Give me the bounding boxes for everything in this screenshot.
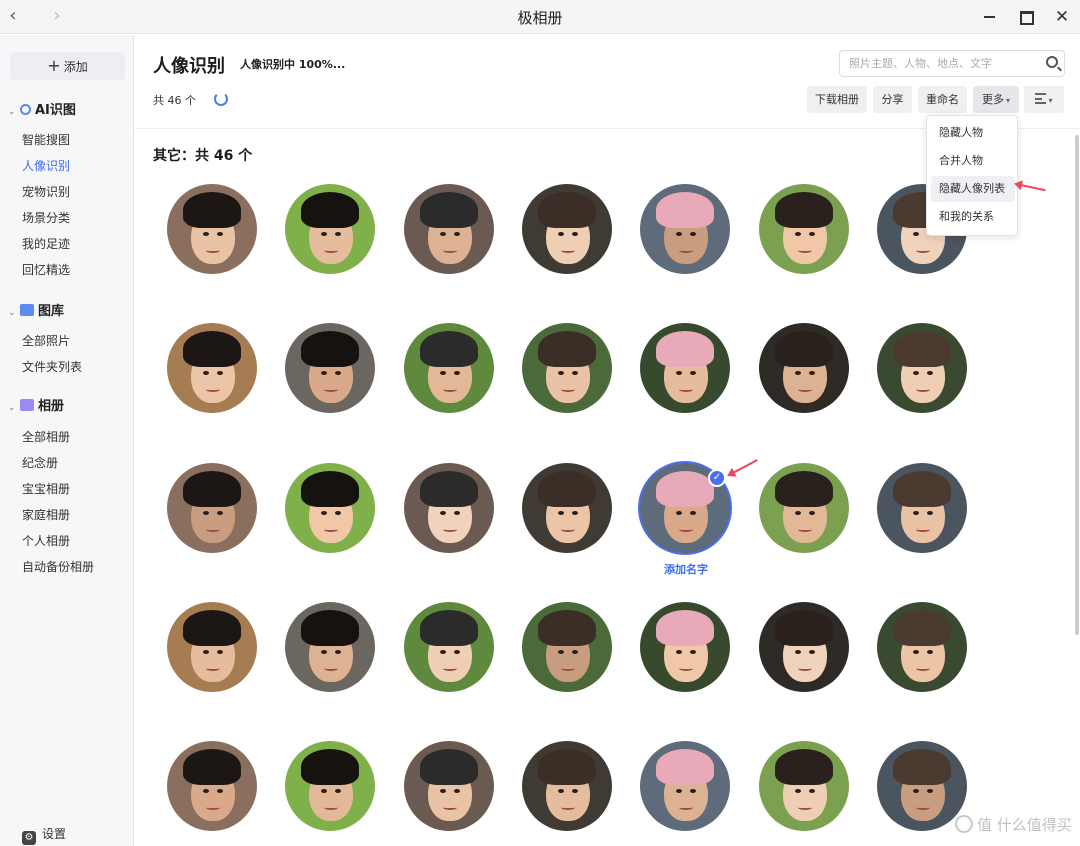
face-avatar[interactable] — [522, 741, 612, 831]
gallery-icon — [20, 304, 34, 316]
watermark: 值 什么值得买 — [955, 814, 1072, 835]
face-avatar[interactable] — [759, 184, 849, 274]
face-avatar[interactable] — [759, 602, 849, 692]
face-avatar[interactable] — [404, 184, 494, 274]
more-dropdown-menu: 隐藏人物 合并人物 隐藏人像列表 和我的关系 — [926, 115, 1018, 236]
face-avatar[interactable] — [167, 323, 257, 413]
menu-item-hide-person[interactable]: 隐藏人物 — [931, 120, 1015, 146]
window-title: 极相册 — [517, 9, 563, 27]
face-avatar[interactable] — [759, 323, 849, 413]
sidebar-item-smart-search[interactable]: 智能搜图 — [22, 131, 70, 149]
page-title: 人像识别 — [153, 56, 225, 77]
album-icon — [20, 399, 34, 411]
face-avatar[interactable] — [404, 741, 494, 831]
face-avatar[interactable] — [522, 323, 612, 413]
sidebar-item-footprints[interactable]: 我的足迹 — [22, 235, 70, 253]
plus-icon: + — [47, 56, 61, 75]
face-avatar[interactable] — [404, 602, 494, 692]
sidebar-item-scene-classification[interactable]: 场景分类 — [22, 209, 70, 227]
sidebar-section-ai[interactable]: ⌄ AI识图 — [8, 101, 76, 121]
face-avatar[interactable] — [640, 602, 730, 692]
sidebar-item-family-album[interactable]: 家庭相册 — [22, 506, 70, 524]
maximize-icon[interactable] — [1014, 6, 1038, 28]
sidebar-item-folder-list[interactable]: 文件夹列表 — [22, 358, 82, 376]
sidebar-item-memorial-album[interactable]: 纪念册 — [22, 454, 58, 472]
sort-button[interactable]: ▾ — [1024, 86, 1064, 113]
menu-item-merge-person[interactable]: 合并人物 — [931, 148, 1015, 174]
face-avatar[interactable] — [759, 463, 849, 553]
loading-spinner-icon — [214, 92, 228, 106]
sidebar-item-all-photos[interactable]: 全部照片 — [22, 332, 70, 350]
sidebar-item-all-albums[interactable]: 全部相册 — [22, 428, 70, 446]
face-avatar[interactable] — [285, 463, 375, 553]
close-icon[interactable]: ✕ — [1050, 6, 1074, 28]
face-avatar[interactable] — [877, 463, 967, 553]
person-count: 共 46 个 — [153, 94, 196, 107]
sidebar-item-pet-recognition[interactable]: 宠物识别 — [22, 183, 70, 201]
face-avatar[interactable] — [759, 741, 849, 831]
face-avatar[interactable] — [640, 323, 730, 413]
face-avatar[interactable] — [640, 184, 730, 274]
sidebar-section-gallery[interactable]: ⌄ 图库 — [8, 302, 64, 322]
rename-button[interactable]: 重命名 — [918, 86, 967, 113]
group-title: 其它：共 46 个 — [153, 148, 253, 164]
watermark-logo-icon — [955, 815, 973, 833]
sidebar-section-albums[interactable]: ⌄ 相册 — [8, 397, 64, 417]
sidebar-item-memories[interactable]: 回忆精选 — [22, 261, 70, 279]
face-avatar[interactable] — [167, 602, 257, 692]
title-bar: ‹ › 极相册 ✕ — [0, 0, 1080, 34]
face-avatar[interactable] — [285, 741, 375, 831]
face-avatar[interactable] — [640, 741, 730, 831]
face-avatar[interactable] — [877, 741, 967, 831]
checkmark-icon[interactable]: ✓ — [708, 469, 726, 487]
sidebar-item-personal-album[interactable]: 个人相册 — [22, 532, 70, 550]
face-avatar[interactable] — [404, 463, 494, 553]
sidebar-item-baby-album[interactable]: 宝宝相册 — [22, 480, 70, 498]
more-button[interactable]: 更多 ▾ — [973, 86, 1019, 113]
face-avatar[interactable] — [167, 184, 257, 274]
menu-item-relationship[interactable]: 和我的关系 — [931, 204, 1015, 230]
minimize-icon[interactable] — [978, 6, 1002, 28]
scrollbar[interactable] — [1075, 135, 1079, 635]
chevron-down-icon: ▾ — [1048, 96, 1053, 105]
download-album-button[interactable]: 下载相册 — [807, 86, 867, 113]
settings-button[interactable]: ⚙ 设置 — [22, 825, 66, 845]
search-input[interactable] — [840, 51, 1030, 76]
gear-icon: ⚙ — [22, 831, 36, 845]
annotation-arrow — [728, 459, 758, 476]
recognition-progress: 人像识别中 100%... — [240, 58, 346, 71]
face-avatar[interactable] — [877, 602, 967, 692]
search-box[interactable] — [839, 50, 1065, 77]
face-avatar[interactable] — [285, 323, 375, 413]
face-avatar[interactable] — [404, 323, 494, 413]
face-avatar[interactable] — [285, 602, 375, 692]
search-icon[interactable] — [1046, 56, 1058, 68]
add-button[interactable]: + 添加 — [10, 52, 125, 80]
chevron-down-icon: ⌄ — [8, 308, 16, 318]
chevron-down-icon: ⌄ — [8, 403, 16, 413]
add-name-link[interactable]: 添加名字 — [664, 561, 708, 577]
face-avatar[interactable] — [877, 323, 967, 413]
ai-search-icon — [20, 104, 31, 115]
annotation-arrow — [1015, 183, 1046, 192]
face-avatar[interactable] — [167, 463, 257, 553]
share-button[interactable]: 分享 — [873, 86, 912, 113]
face-avatar[interactable] — [522, 602, 612, 692]
sidebar: + 添加 ⌄ AI识图 智能搜图 人像识别 宠物识别 场景分类 我的足迹 回忆精选 … — [0, 35, 134, 846]
face-avatar[interactable] — [167, 741, 257, 831]
chevron-down-icon: ⌄ — [8, 107, 16, 117]
menu-item-hidden-face-list[interactable]: 隐藏人像列表 — [931, 176, 1015, 202]
sidebar-item-face-recognition[interactable]: 人像识别 — [22, 157, 70, 175]
face-avatar[interactable] — [522, 184, 612, 274]
sort-icon — [1035, 93, 1047, 104]
chevron-down-icon: ▾ — [1005, 96, 1010, 105]
sidebar-item-auto-backup-album[interactable]: 自动备份相册 — [22, 558, 94, 576]
face-avatar[interactable] — [285, 184, 375, 274]
face-avatar[interactable] — [522, 463, 612, 553]
